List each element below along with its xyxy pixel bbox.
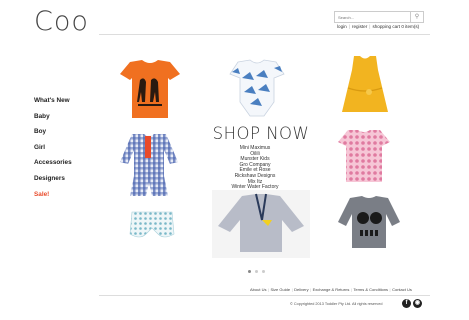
nav-baby[interactable]: Baby: [34, 113, 72, 129]
footer-nav: About Us | Size Guide | Delivery | Exchange & …: [250, 287, 412, 292]
footer-link-terms[interactable]: Terms & Conditions: [353, 287, 388, 292]
search-icon[interactable]: ⚲: [410, 12, 423, 22]
footer-link-delivery[interactable]: Delivery: [294, 287, 308, 292]
register-link[interactable]: register: [352, 24, 367, 29]
designer-link[interactable]: Winter Water Factory: [199, 185, 311, 191]
carousel-dot[interactable]: [262, 270, 265, 273]
account-links: login | register | shopping cart 0 item(s): [337, 24, 420, 29]
product-grey-jacket[interactable]: [212, 190, 310, 258]
product-check-romper[interactable]: [118, 132, 180, 198]
carousel-dot[interactable]: [248, 270, 251, 273]
search-box: ⚲: [334, 11, 424, 23]
nav-sale[interactable]: Sale!: [34, 191, 72, 207]
shop-now-heading[interactable]: SHOP NOW: [199, 124, 323, 143]
footer-link-exchange[interactable]: Exchange & Returns: [313, 287, 350, 292]
cart-link[interactable]: shopping cart: [372, 24, 400, 29]
footer-link-contact[interactable]: Contact Us: [392, 287, 412, 292]
login-link[interactable]: login: [337, 24, 347, 29]
facebook-icon[interactable]: f: [402, 299, 411, 308]
cart-count[interactable]: 0 item(s): [401, 24, 419, 29]
search-input[interactable]: [335, 12, 412, 22]
nav-girl[interactable]: Girl: [34, 144, 72, 160]
site-logo[interactable]: Coo: [34, 6, 89, 37]
nav-whats-new[interactable]: What's New: [34, 97, 72, 113]
main-nav: What's New Baby Boy Girl Accessories Des…: [34, 97, 72, 206]
footer-link-size-guide[interactable]: Size Guide: [271, 287, 291, 292]
nav-boy[interactable]: Boy: [34, 128, 72, 144]
nav-designers[interactable]: Designers: [34, 175, 72, 191]
footer-divider: [99, 295, 430, 296]
product-yellow-dress[interactable]: [336, 54, 394, 116]
carousel-pagination: [248, 270, 265, 273]
carousel-dot[interactable]: [255, 270, 258, 273]
product-orange-tee[interactable]: [118, 58, 182, 120]
product-blue-onesie[interactable]: [228, 58, 286, 118]
product-pink-top[interactable]: [336, 128, 392, 184]
designer-list: Mini Maximus Oilili Munster Kids Gro Com…: [199, 145, 311, 191]
copyright-text: © Copyrighted 2013 Toddler Pty Ltd. All …: [290, 302, 383, 306]
footer-link-about[interactable]: About Us: [250, 287, 266, 292]
product-skull-sweater[interactable]: [336, 194, 402, 250]
product-bloomers[interactable]: [128, 206, 176, 246]
camera-icon[interactable]: ◉: [413, 299, 422, 308]
nav-accessories[interactable]: Accessories: [34, 159, 72, 175]
header-divider: [99, 34, 430, 35]
